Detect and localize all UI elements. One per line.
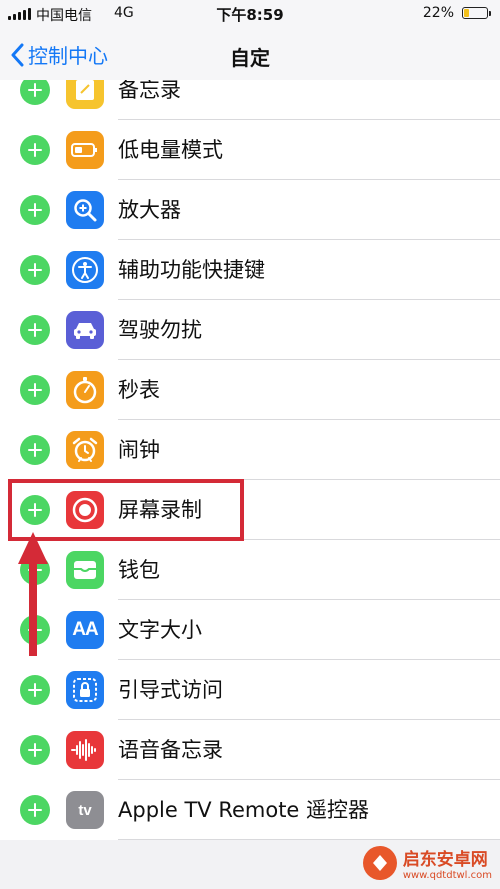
add-icon[interactable] <box>20 80 50 105</box>
list-item-notes[interactable]: 备忘录 <box>0 80 500 120</box>
more-controls-list: 备忘录 低电量模式 放大器 辅助功能快捷键 驾驶勿扰 秒表 闹钟 屏幕录制 钱包… <box>0 80 500 840</box>
add-icon[interactable] <box>20 795 50 825</box>
add-icon[interactable] <box>20 315 50 345</box>
list-item-voice-memos[interactable]: 语音备忘录 <box>0 720 500 780</box>
alarm-icon <box>66 431 104 469</box>
low-power-icon <box>66 131 104 169</box>
voice-memo-icon <box>66 731 104 769</box>
list-item-label: 放大器 <box>118 198 181 222</box>
list-item-label: 文字大小 <box>118 618 202 642</box>
list-item-accessibility-shortcut[interactable]: 辅助功能快捷键 <box>0 240 500 300</box>
wallet-icon <box>66 551 104 589</box>
add-icon[interactable] <box>20 735 50 765</box>
notes-icon <box>66 80 104 109</box>
add-icon[interactable] <box>20 675 50 705</box>
apple-tv-glyph: tv <box>78 801 92 819</box>
list-item-apple-tv-remote[interactable]: tv Apple TV Remote 遥控器 <box>0 780 500 840</box>
list-item-label: 辅助功能快捷键 <box>118 258 265 282</box>
list-item-magnifier[interactable]: 放大器 <box>0 180 500 240</box>
list-item-label: 钱包 <box>118 558 160 582</box>
annotation-arrow-shaft <box>29 560 37 656</box>
car-icon <box>66 311 104 349</box>
magnifier-icon <box>66 191 104 229</box>
add-icon[interactable] <box>20 435 50 465</box>
list-item-wallet[interactable]: 钱包 <box>0 540 500 600</box>
list-item-guided-access[interactable]: 引导式访问 <box>0 660 500 720</box>
list-item-low-power-mode[interactable]: 低电量模式 <box>0 120 500 180</box>
status-bar: 中国电信 4G 下午8:59 22% <box>0 0 500 28</box>
add-icon[interactable] <box>20 135 50 165</box>
stopwatch-icon <box>66 371 104 409</box>
list-item-label: 驾驶勿扰 <box>118 318 202 342</box>
list-item-alarm[interactable]: 闹钟 <box>0 420 500 480</box>
navigation-bar: 控制中心 自定 <box>0 28 500 81</box>
battery-level <box>464 9 469 17</box>
add-icon[interactable] <box>20 195 50 225</box>
list-item-label: 引导式访问 <box>118 678 223 702</box>
list-item-text-size[interactable]: AA 文字大小 <box>0 600 500 660</box>
text-size-icon: AA <box>66 611 104 649</box>
add-icon[interactable] <box>20 375 50 405</box>
battery-percent: 22% <box>422 5 454 21</box>
list-item-label: 低电量模式 <box>118 138 223 162</box>
battery-icon <box>462 7 491 19</box>
page-title: 自定 <box>230 46 270 70</box>
watermark: 启东安卓网 www.qdtdtwl.com <box>362 845 492 881</box>
list-item-label: 闹钟 <box>118 438 160 462</box>
list-item-stopwatch[interactable]: 秒表 <box>0 360 500 420</box>
watermark-name: 启东安卓网 <box>402 850 488 870</box>
add-icon[interactable] <box>20 255 50 285</box>
accessibility-icon <box>66 251 104 289</box>
apple-tv-remote-icon: tv <box>66 791 104 829</box>
list-item-label: 语音备忘录 <box>118 738 223 762</box>
text-size-glyph: AA <box>72 619 98 640</box>
watermark-logo-icon <box>362 846 397 880</box>
list-item-do-not-disturb-driving[interactable]: 驾驶勿扰 <box>0 300 500 360</box>
list-item-label: 秒表 <box>118 378 160 402</box>
list-item-label: 备忘录 <box>118 80 181 102</box>
list-item-label: Apple TV Remote 遥控器 <box>118 798 370 822</box>
watermark-url: www.qdtdtwl.com <box>402 870 492 881</box>
guided-access-icon <box>66 671 104 709</box>
